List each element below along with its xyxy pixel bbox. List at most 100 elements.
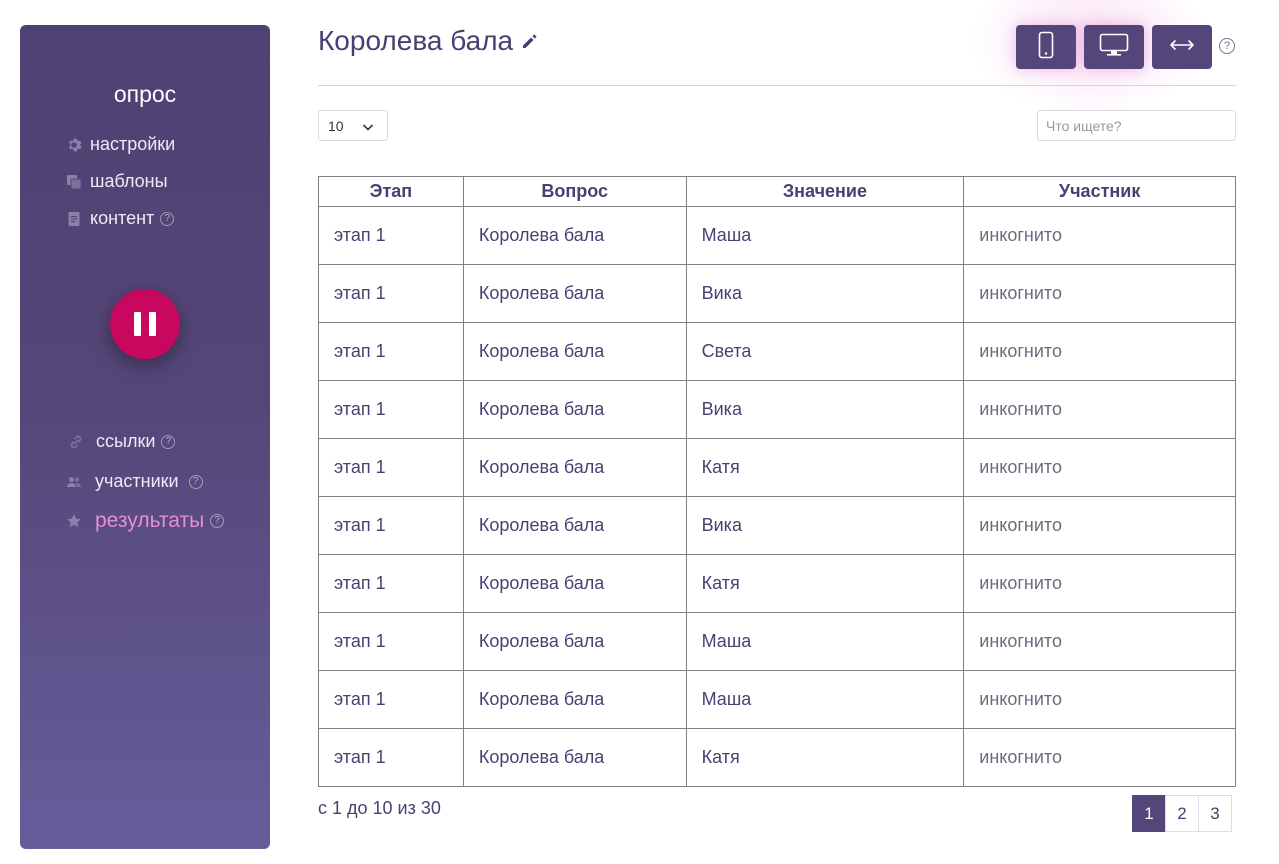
sidebar-title: опрос <box>113 81 177 107</box>
sidebar-item-label: шаблоны <box>90 171 168 191</box>
cell-question: Королева бала <box>462 264 687 323</box>
cell-stage: этап 1 <box>318 496 464 555</box>
phone-icon <box>1038 31 1054 64</box>
sidebar-item-label: участники <box>95 471 179 491</box>
help-icon[interactable]: ? <box>160 211 175 226</box>
pagination: 1 2 3 <box>1132 795 1232 832</box>
help-icon[interactable]: ? <box>210 514 225 528</box>
page-size-select[interactable]: 10 <box>318 110 388 141</box>
cell-value: Катя <box>685 554 965 613</box>
cell-stage: этап 1 <box>318 728 464 787</box>
sidebar-item-label: ссылки <box>96 431 156 451</box>
sidebar-item-templates[interactable]: шаблоны <box>65 171 168 192</box>
table-row: этап 1 Королева бала Маша инкогнито <box>318 670 1236 729</box>
column-header-value[interactable]: Значение <box>685 176 965 207</box>
sidebar-item-label: контент <box>90 208 155 228</box>
desktop-view-button[interactable] <box>1084 25 1144 69</box>
table-header-row: Этап Вопрос Значение Участник <box>318 176 1236 207</box>
page-button-1[interactable]: 1 <box>1132 795 1166 832</box>
cell-value: Маша <box>685 612 965 671</box>
cell-stage: этап 1 <box>318 612 464 671</box>
cell-participant: инкогнито <box>963 496 1236 555</box>
cell-participant: инкогнито <box>963 380 1236 439</box>
page-size-value: 10 <box>328 117 344 134</box>
page-title: Королева бала <box>318 25 539 57</box>
cell-stage: этап 1 <box>318 380 464 439</box>
chevron-down-icon <box>362 120 374 132</box>
cell-question: Королева бала <box>462 438 687 497</box>
cell-question: Королева бала <box>462 496 687 555</box>
cell-stage: этап 1 <box>318 206 464 265</box>
table-row: этап 1 Королева бала Катя инкогнито <box>318 554 1236 613</box>
cell-value: Маша <box>685 670 965 729</box>
cell-participant: инкогнито <box>963 670 1236 729</box>
fullwidth-view-button[interactable] <box>1152 25 1212 69</box>
cell-stage: этап 1 <box>318 554 464 613</box>
sidebar-item-links[interactable]: ссылки ? <box>67 431 176 452</box>
cell-question: Королева бала <box>462 728 687 787</box>
page-button-2[interactable]: 2 <box>1165 795 1199 832</box>
cell-question: Королева бала <box>462 322 687 381</box>
table-row: этап 1 Королева бала Маша инкогнито <box>318 206 1236 265</box>
column-header-stage[interactable]: Этап <box>318 176 464 207</box>
arrows-horizontal-icon <box>1169 38 1195 56</box>
cell-participant: инкогнито <box>963 612 1236 671</box>
cell-question: Королева бала <box>462 554 687 613</box>
monitor-icon <box>1099 33 1129 62</box>
search-input[interactable] <box>1037 110 1236 141</box>
cell-question: Королева бала <box>462 206 687 265</box>
pause-icon <box>130 312 160 336</box>
cell-stage: этап 1 <box>318 264 464 323</box>
sidebar-item-label: результаты <box>95 509 205 532</box>
table-row: этап 1 Королева бала Катя инкогнито <box>318 728 1236 787</box>
table-info: с 1 до 10 из 30 <box>318 798 441 818</box>
sidebar-item-settings[interactable]: настройки <box>65 134 175 155</box>
cell-value: Маша <box>685 206 965 265</box>
cell-question: Королева бала <box>462 380 687 439</box>
table-row: этап 1 Королева бала Маша инкогнито <box>318 612 1236 671</box>
table-row: этап 1 Королева бала Света инкогнито <box>318 322 1236 381</box>
cell-participant: инкогнито <box>963 264 1236 323</box>
copy-icon <box>65 173 83 191</box>
cell-value: Вика <box>685 380 965 439</box>
help-icon[interactable]: ? <box>161 434 176 449</box>
cell-value: Вика <box>685 264 965 323</box>
document-icon <box>65 210 83 228</box>
pause-button[interactable] <box>110 289 180 359</box>
help-icon[interactable]: ? <box>188 474 203 489</box>
sidebar-item-results[interactable]: результаты ? <box>65 509 225 533</box>
users-icon <box>65 473 83 491</box>
cell-participant: инкогнито <box>963 554 1236 613</box>
link-icon <box>67 433 85 451</box>
cell-value: Света <box>685 322 965 381</box>
column-header-participant[interactable]: Участник <box>963 176 1236 207</box>
sidebar-item-participants[interactable]: участники ? <box>65 471 203 492</box>
page-title-text: Королева бала <box>318 25 514 56</box>
phone-view-button[interactable] <box>1016 25 1076 69</box>
cell-stage: этап 1 <box>318 322 464 381</box>
cell-value: Катя <box>685 728 965 787</box>
table-row: этап 1 Королева бала Катя инкогнито <box>318 438 1236 497</box>
cell-stage: этап 1 <box>318 670 464 729</box>
page-button-3[interactable]: 3 <box>1198 795 1232 832</box>
header-divider <box>318 85 1236 86</box>
gear-icon <box>65 136 83 154</box>
sidebar-item-content[interactable]: контент ? <box>65 208 175 229</box>
cell-participant: инкогнито <box>963 728 1236 787</box>
cell-participant: инкогнито <box>963 206 1236 265</box>
pencil-icon[interactable] <box>521 32 539 50</box>
star-icon <box>65 512 83 530</box>
cell-stage: этап 1 <box>318 438 464 497</box>
table-row: этап 1 Королева бала Вика инкогнито <box>318 264 1236 323</box>
column-header-question[interactable]: Вопрос <box>462 176 687 207</box>
table-row: этап 1 Королева бала Вика инкогнито <box>318 496 1236 555</box>
sidebar: опрос настройки шаблоны контент ? ссылки… <box>20 25 270 849</box>
results-table: Этап Вопрос Значение Участник этап 1 Коро… <box>318 176 1236 787</box>
cell-value: Вика <box>685 496 965 555</box>
cell-question: Королева бала <box>462 670 687 729</box>
cell-value: Катя <box>685 438 965 497</box>
cell-participant: инкогнито <box>963 322 1236 381</box>
cell-question: Королева бала <box>462 612 687 671</box>
cell-participant: инкогнито <box>963 438 1236 497</box>
help-icon[interactable]: ? <box>1219 38 1235 54</box>
